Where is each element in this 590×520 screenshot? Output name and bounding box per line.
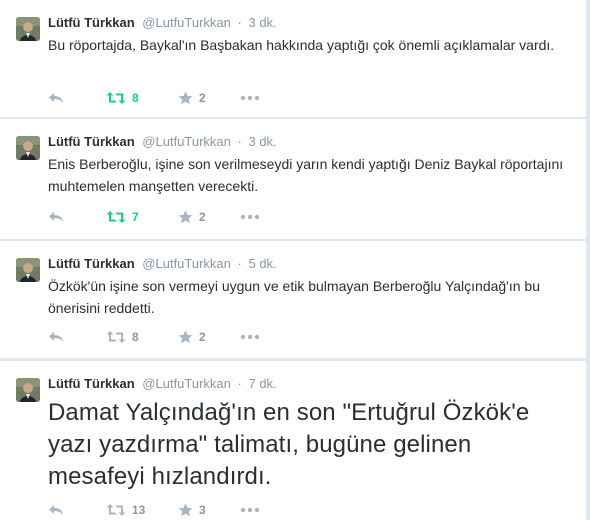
retweet-count: 13 xyxy=(132,503,146,517)
retweet-count: 8 xyxy=(132,330,139,344)
favorite-count: 3 xyxy=(199,503,206,517)
reply-icon xyxy=(49,93,63,103)
favorite-star-icon xyxy=(178,210,193,224)
author-username[interactable]: @LutfuTurkkan xyxy=(142,256,231,271)
reply-icon xyxy=(49,332,63,342)
more-button[interactable] xyxy=(240,334,260,340)
more-button[interactable] xyxy=(240,214,260,220)
more-dots-icon xyxy=(240,95,260,101)
separator-dot: · xyxy=(237,134,242,149)
favorite-count: 2 xyxy=(199,210,206,224)
retweet-button[interactable]: 8 xyxy=(106,91,178,105)
author-fullname[interactable]: Lütfü Türkkan xyxy=(48,376,135,391)
author-username[interactable]: @LutfuTurkkan xyxy=(142,134,231,149)
tweet-item[interactable]: Lütfü Türkkan @LutfuTurkkan · 3 dk. Enis… xyxy=(0,119,588,240)
author-username[interactable]: @LutfuTurkkan xyxy=(142,376,231,391)
author-fullname[interactable]: Lütfü Türkkan xyxy=(48,134,135,149)
favorite-star-icon xyxy=(178,91,193,105)
tweet-actions: 7 2 xyxy=(48,207,260,227)
retweet-button[interactable]: 13 xyxy=(106,503,178,517)
author-fullname[interactable]: Lütfü Türkkan xyxy=(48,256,135,271)
tweet-header: Lütfü Türkkan @LutfuTurkkan · 7 dk. xyxy=(48,375,277,393)
tweet-actions: 8 2 xyxy=(48,88,260,108)
avatar[interactable] xyxy=(16,378,40,402)
reply-button[interactable] xyxy=(48,330,106,344)
tweet-item[interactable]: Lütfü Türkkan @LutfuTurkkan · 3 dk. Bu r… xyxy=(0,0,588,118)
reply-button[interactable] xyxy=(48,91,106,105)
more-button[interactable] xyxy=(240,95,260,101)
tweet-actions: 8 2 xyxy=(48,327,260,347)
reply-button[interactable] xyxy=(48,503,106,517)
more-button[interactable] xyxy=(240,507,260,513)
retweet-icon xyxy=(106,504,126,516)
tweet-item[interactable]: Lütfü Türkkan @LutfuTurkkan · 5 dk. Özkö… xyxy=(0,241,588,359)
favorite-star-icon xyxy=(178,330,193,344)
retweet-button[interactable]: 7 xyxy=(106,210,178,224)
avatar[interactable] xyxy=(16,258,40,282)
retweet-icon xyxy=(106,92,126,104)
author-username[interactable]: @LutfuTurkkan xyxy=(142,15,231,30)
more-dots-icon xyxy=(240,334,260,340)
more-dots-icon xyxy=(240,507,260,513)
favorite-button[interactable]: 3 xyxy=(178,503,240,517)
favorite-count: 2 xyxy=(199,91,206,105)
tweet-text: Enis Berberoğlu, işine son verilmeseydi … xyxy=(48,156,564,194)
tweet-timestamp[interactable]: 5 dk. xyxy=(248,256,276,271)
retweet-count: 7 xyxy=(132,210,139,224)
tweet-item[interactable]: Lütfü Türkkan @LutfuTurkkan · 7 dk. Dama… xyxy=(0,360,588,520)
tweet-text: Özkök'ün işine son vermeyi uygun ve etik… xyxy=(48,278,540,316)
tweet-timestamp[interactable]: 7 dk. xyxy=(248,376,276,391)
tweet-timestamp[interactable]: 3 dk. xyxy=(248,134,276,149)
separator-dot: · xyxy=(237,15,242,30)
separator-dot: · xyxy=(237,376,242,391)
favorite-button[interactable]: 2 xyxy=(178,330,240,344)
author-fullname[interactable]: Lütfü Türkkan xyxy=(48,15,135,30)
favorite-star-icon xyxy=(178,503,193,517)
reply-icon xyxy=(49,505,63,515)
more-dots-icon xyxy=(240,214,260,220)
tweet-timestamp[interactable]: 3 dk. xyxy=(248,15,276,30)
tweet-text: Bu röportajda, Baykal'ın Başbakan hakkın… xyxy=(48,37,555,53)
tweet-actions: 13 3 xyxy=(48,500,260,520)
tweet-header: Lütfü Türkkan @LutfuTurkkan · 3 dk. xyxy=(48,14,277,32)
reply-button[interactable] xyxy=(48,210,106,224)
tweet-header: Lütfü Türkkan @LutfuTurkkan · 3 dk. xyxy=(48,133,277,151)
separator-dot: · xyxy=(237,256,242,271)
avatar[interactable] xyxy=(16,136,40,160)
retweet-icon xyxy=(106,331,126,343)
favorite-count: 2 xyxy=(199,330,206,344)
tweet-text: Damat Yalçındağ'ın en son "Ertuğrul Özkö… xyxy=(48,399,530,490)
favorite-button[interactable]: 2 xyxy=(178,210,240,224)
tweet-timeline: Lütfü Türkkan @LutfuTurkkan · 3 dk. Bu r… xyxy=(0,0,590,520)
retweet-button[interactable]: 8 xyxy=(106,330,178,344)
reply-icon xyxy=(49,212,63,222)
retweet-count: 8 xyxy=(132,91,139,105)
avatar[interactable] xyxy=(16,17,40,41)
retweet-icon xyxy=(106,211,126,223)
favorite-button[interactable]: 2 xyxy=(178,91,240,105)
tweet-header: Lütfü Türkkan @LutfuTurkkan · 5 dk. xyxy=(48,255,277,273)
